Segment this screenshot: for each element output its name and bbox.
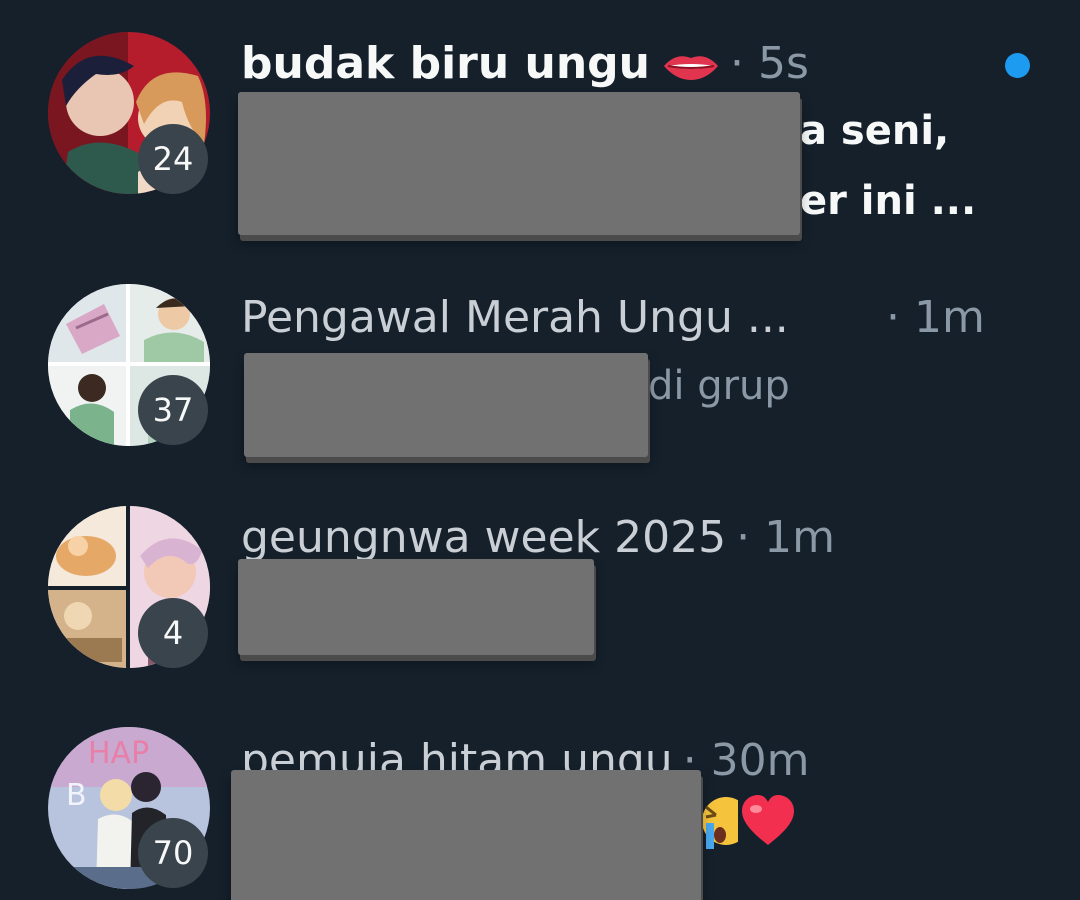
timestamp: · 1m — [886, 292, 985, 343]
group-name: Pengawal Merah Ungu ... — [241, 292, 789, 343]
conversation-row[interactable]: 37 Pengawal Merah Ungu ... · 1m di grup — [0, 220, 1080, 457]
message-preview: a seni, — [800, 108, 950, 154]
timestamp: · 30m — [682, 735, 810, 786]
unread-count-badge: 24 — [138, 124, 208, 194]
redaction-block — [231, 770, 701, 900]
svg-text:B: B — [66, 778, 87, 813]
unread-count-badge: 4 — [138, 598, 208, 668]
conversation-header: Pengawal Merah Ungu ... — [241, 288, 789, 348]
message-preview: di grup — [648, 363, 790, 409]
group-name: budak biru ungu — [241, 38, 650, 89]
redaction-block — [238, 559, 594, 655]
timestamp: · 5s — [729, 38, 809, 89]
unread-count-badge: 37 — [138, 375, 208, 445]
red-heart-emoji-icon — [742, 795, 794, 845]
unread-count-badge: 70 — [138, 818, 208, 888]
conversation-row[interactable]: 24 budak biru ungu · 5s a seni, er ini .… — [0, 0, 1080, 235]
svg-text:HAP: HAP — [88, 736, 149, 771]
conversation-row[interactable]: HAP B 70 pemuja hitam ungu · 30m — [0, 660, 1080, 900]
conversation-header: budak biru ungu · 5s — [241, 34, 809, 94]
unread-indicator-dot — [1005, 53, 1030, 78]
message-preview: er ini ... — [800, 178, 977, 224]
redaction-block — [238, 92, 800, 235]
conversation-row[interactable]: 4 geungnwa week 2025 · 1m — [0, 440, 1080, 668]
timestamp: · 1m — [736, 512, 835, 563]
lips-emoji-icon — [663, 56, 718, 80]
group-conversation-list: 24 budak biru ungu · 5s a seni, er ini .… — [0, 0, 1080, 900]
loudly-crying-face-emoji-icon — [702, 797, 738, 849]
group-name: geungnwa week 2025 — [241, 512, 727, 563]
